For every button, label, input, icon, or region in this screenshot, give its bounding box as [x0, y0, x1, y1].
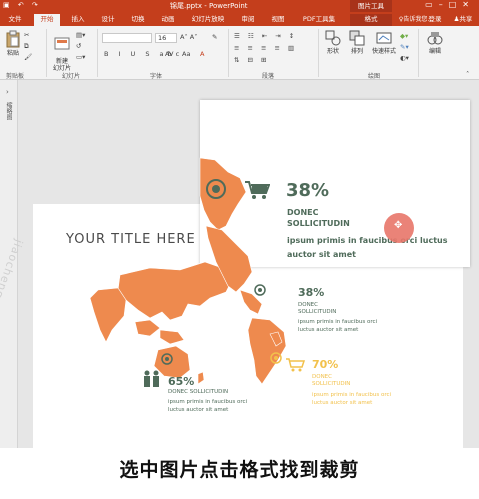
stat-2-text: ipsum primis in faucibus orci luctus auc…	[168, 399, 248, 413]
shopping-cart-icon	[286, 358, 305, 372]
move-cursor-icon: ✥	[394, 220, 403, 231]
stat-1-text: ipsum primis in faucibus orci luctus auc…	[298, 319, 378, 333]
location-pin-icon	[206, 179, 226, 199]
mouse-cursor-highlight: ✥	[384, 213, 414, 243]
big-stat-text: ipsum primis in faucibus orci luctus auc…	[287, 236, 448, 259]
stat-3-text: ipsum primis in faucibus orci luctus auc…	[312, 392, 392, 406]
big-stat-heading: DONEC SOLLICITUDIN	[287, 208, 350, 228]
shopping-cart-icon	[245, 181, 270, 199]
stat-1-heading: DONEC SOLLICITUDIN	[298, 302, 337, 315]
stat-1-percent: 38%	[298, 286, 325, 299]
people-icon	[144, 370, 159, 387]
location-pin-icon	[161, 353, 173, 365]
slide-title[interactable]: YOUR TITLE HERE	[66, 232, 196, 247]
video-subtitle: 选中图片点击格式找到裁剪	[0, 448, 479, 499]
location-pin-icon	[270, 352, 282, 364]
stat-3-percent: 70%	[312, 358, 339, 371]
stat-2-percent: 65%	[168, 375, 195, 388]
stat-2-heading: DONEC SOLLICITUDIN	[168, 389, 229, 395]
location-pin-icon	[254, 284, 266, 296]
stat-3-heading: DONEC SOLLICITUDIN	[312, 374, 351, 387]
big-stat-percent: 38%	[286, 180, 330, 201]
